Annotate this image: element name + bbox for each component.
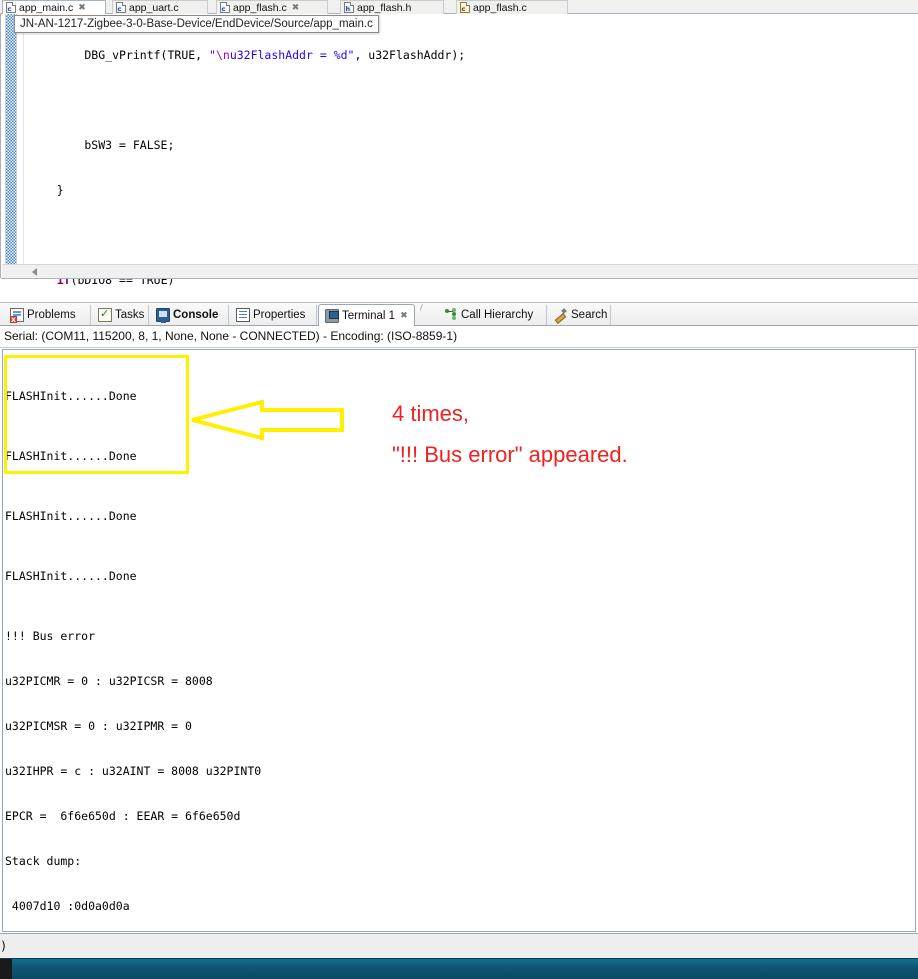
code-editor[interactable]: DBG_vPrintf(TRUE, "\nu32FlashAddr = %d",… [0, 14, 918, 692]
terminal-line: u32IHPR = c : u32AINT = 8008 u32PINT0 [5, 764, 262, 778]
taskbar-left-edge [0, 959, 12, 979]
eclipse-ide-window: c app_main.c ✖ c app_uart.c c app_flash.… [0, 0, 918, 979]
h-file-icon: h [344, 2, 354, 13]
editor-tab-label: app_flash.c [233, 1, 287, 14]
code-line: } [29, 183, 64, 197]
code-line: bSW3 = FALSE; [29, 138, 175, 152]
c-file-icon: c [220, 2, 230, 13]
tab-search[interactable]: Search [548, 304, 613, 326]
annotation-callout-line-1: 4 times, [392, 401, 470, 426]
tab-divider [444, 0, 456, 14]
properties-icon [236, 308, 250, 322]
bottom-strip-text: ) [0, 939, 8, 953]
terminal-line: FLASHInit......Done [5, 449, 137, 463]
tab-label: Problems [27, 309, 76, 321]
editor-tab-label: app_flash.h [357, 1, 412, 14]
tab-label: Properties [253, 309, 306, 321]
editor-tab-label: app_uart.c [129, 1, 179, 14]
terminal-line: u32PICMSR = 0 : u32IPMR = 0 [5, 719, 192, 733]
tab-properties[interactable]: Properties [230, 304, 311, 326]
source-code-area[interactable]: DBG_vPrintf(TRUE, "\nu32FlashAddr = %d",… [21, 14, 911, 692]
tab-divider [90, 305, 91, 325]
terminal-connection-status: Serial: (COM11, 115200, 8, 1, None, None… [0, 326, 918, 348]
terminal-line: FLASHInit......Done [5, 509, 137, 523]
console-icon [156, 308, 170, 323]
editor-tab-bar: c app_main.c ✖ c app_uart.c c app_flash.… [0, 0, 918, 14]
annotation-callout-line-2: "!!! Bus error" appeared. [392, 442, 628, 467]
gutter-divider [23, 14, 24, 278]
tab-divider [570, 0, 582, 14]
problems-icon [10, 308, 24, 323]
tasks-icon [98, 307, 112, 322]
terminal-line: u32PICMR = 0 : u32PICSR = 8008 [5, 674, 213, 688]
annotation-callout: 4 times, "!!! Bus error" appeared. [392, 393, 628, 475]
c-file-dirty-icon: c [460, 2, 470, 13]
tab-label: Call Hierarchy [461, 309, 534, 321]
terminal-output-text: FLASHInit......Done FLASHInit......Done … [3, 359, 268, 931]
bottom-view-tab-bar: Problems Tasks Console Properties Termin… [0, 302, 918, 326]
tab-divider [610, 305, 611, 325]
editor-tab-tooltip: JN-AN-1217-Zigbee-3-0-Base-Device/EndDev… [14, 15, 379, 33]
tab-tasks[interactable]: Tasks [92, 304, 150, 326]
tab-terminal-1[interactable]: Terminal 1 ✖ [318, 304, 415, 326]
tab-divider [228, 305, 229, 325]
tab-label: Search [571, 309, 608, 321]
c-file-icon: c [6, 2, 16, 13]
close-icon[interactable]: ✖ [78, 1, 86, 15]
editor-tab-app-uart-c[interactable]: c app_uart.c [112, 0, 208, 14]
tab-divider [546, 305, 547, 325]
editor-tab-app-flash-h[interactable]: h app_flash.h [340, 0, 444, 14]
tab-curve-divider [420, 304, 434, 326]
tab-label: Terminal 1 [342, 309, 396, 322]
tab-label: Console [173, 309, 219, 321]
c-file-icon: c [116, 2, 126, 13]
editor-tab-label: app_flash.c [473, 1, 527, 14]
close-icon[interactable]: ✖ [400, 311, 408, 321]
window-bottom-strip: ) [0, 933, 918, 958]
editor-tab-label: app_main.c [19, 1, 74, 14]
tab-divider [316, 305, 317, 325]
editor-tab-app-flash-c-2[interactable]: c app_flash.c [456, 0, 568, 14]
editor-horizontal-scrollbar[interactable] [2, 264, 918, 278]
os-taskbar[interactable] [0, 958, 918, 979]
tab-console[interactable]: Console [150, 304, 224, 326]
terminal-line: FLASHInit......Done [5, 569, 137, 583]
terminal-line: Stack dump: [5, 854, 82, 868]
annotation-arrow-icon [191, 399, 344, 441]
tab-label: Tasks [115, 309, 145, 321]
search-icon [554, 308, 568, 322]
editor-bottom-border [1, 278, 918, 279]
terminal-line: EPCR = 6f6e650d : EEAR = 6f6e650d [5, 809, 241, 823]
editor-tab-app-flash-c-1[interactable]: c app_flash.c ✖ [216, 0, 328, 14]
terminal-line: 4007d10 :0d0a0d0a [5, 899, 130, 913]
code-line: DBG_vPrintf(TRUE, "\nu32FlashAddr = %d",… [29, 48, 466, 62]
tab-divider [148, 305, 149, 325]
change-bar-ruler [5, 14, 17, 278]
call-hierarchy-icon [444, 308, 458, 322]
tab-call-hierarchy[interactable]: Call Hierarchy [438, 304, 539, 326]
editor-tab-app-main-c[interactable]: c app_main.c ✖ [2, 0, 106, 14]
terminal-line: !!! Bus error [5, 629, 96, 643]
close-icon[interactable]: ✖ [292, 1, 300, 15]
scroll-left-arrow-icon[interactable] [32, 268, 37, 276]
tab-problems[interactable]: Problems [4, 304, 82, 326]
terminal-icon [325, 308, 339, 323]
